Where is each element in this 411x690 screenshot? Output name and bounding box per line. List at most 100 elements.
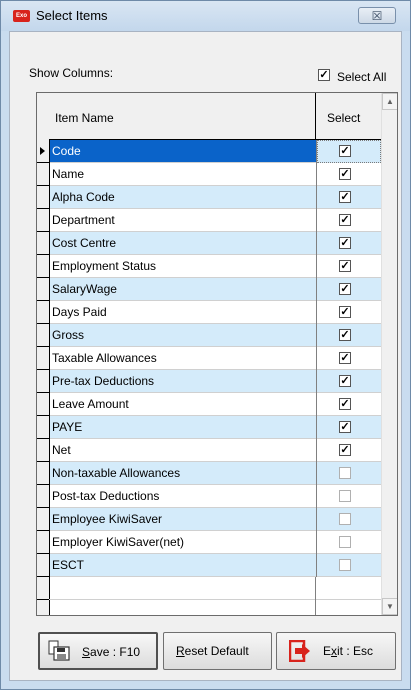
select-checkbox[interactable]: ✓ (339, 375, 351, 387)
select-checkbox[interactable]: ✓ (339, 398, 351, 410)
item-name-text: PAYE (52, 420, 83, 434)
grid-row[interactable]: Taxable Allowances ✓ (50, 347, 381, 370)
select-cell[interactable]: ✓ (317, 370, 381, 393)
item-name-cell[interactable]: Gross (50, 324, 316, 347)
select-cell[interactable]: ✓ (317, 439, 381, 462)
select-checkbox[interactable]: ✓ (339, 191, 351, 203)
select-checkbox[interactable] (339, 536, 351, 548)
select-checkbox[interactable]: ✓ (339, 421, 351, 433)
column-header-select[interactable]: Select (327, 111, 360, 125)
select-cell[interactable] (317, 485, 381, 508)
reset-default-button-label: Reset Default (176, 644, 249, 658)
select-cell[interactable]: ✓ (317, 186, 381, 209)
select-checkbox[interactable]: ✓ (339, 306, 351, 318)
item-name-text: Department (52, 213, 115, 227)
item-name-cell[interactable]: Cost Centre (50, 232, 316, 255)
item-name-text: Net (52, 443, 71, 457)
reset-default-button[interactable]: Reset Default (163, 632, 272, 670)
select-cell[interactable]: ✓ (317, 324, 381, 347)
select-cell[interactable] (317, 508, 381, 531)
item-name-cell[interactable]: Net (50, 439, 316, 462)
item-name-cell[interactable]: Department (50, 209, 316, 232)
grid-row[interactable]: Pre-tax Deductions ✓ (50, 370, 381, 393)
exit-arrow-icon (289, 640, 310, 662)
select-checkbox[interactable]: ✓ (339, 168, 351, 180)
grid-row[interactable]: Employment Status ✓ (50, 255, 381, 278)
item-name-cell[interactable]: Alpha Code (50, 186, 316, 209)
item-name-text: Pre-tax Deductions (52, 374, 155, 388)
select-checkbox[interactable]: ✓ (339, 352, 351, 364)
select-cell[interactable] (317, 462, 381, 485)
grid-row[interactable]: Name ✓ (50, 163, 381, 186)
select-cell[interactable]: ✓ (317, 209, 381, 232)
grid-row[interactable]: Department ✓ (50, 209, 381, 232)
select-checkbox[interactable] (339, 467, 351, 479)
save-button[interactable]: Save : F10 (38, 632, 158, 670)
item-name-cell[interactable]: Employee KiwiSaver (50, 508, 316, 531)
grid-row[interactable]: Net ✓ (50, 439, 381, 462)
grid-row[interactable]: Non-taxable Allowances (50, 462, 381, 485)
item-name-cell[interactable]: Non-taxable Allowances (50, 462, 316, 485)
select-cell[interactable]: ✓ (317, 163, 381, 186)
select-cell[interactable] (317, 554, 381, 577)
column-header-item-name[interactable]: Item Name (55, 111, 114, 125)
select-cell[interactable]: ✓ (317, 255, 381, 278)
grid-row[interactable]: Cost Centre ✓ (50, 232, 381, 255)
select-checkbox[interactable]: ✓ (339, 444, 351, 456)
item-name-text: Post-tax Deductions (52, 489, 160, 503)
select-cell[interactable]: ✓ (317, 140, 381, 163)
title-bar[interactable]: Exo Select Items ☒ (1, 1, 410, 31)
select-checkbox[interactable]: ✓ (339, 214, 351, 226)
select-checkbox[interactable]: ✓ (339, 145, 351, 157)
grid-row[interactable]: Gross ✓ (50, 324, 381, 347)
select-cell[interactable]: ✓ (317, 347, 381, 370)
select-checkbox[interactable]: ✓ (339, 329, 351, 341)
grid-row[interactable]: Days Paid ✓ (50, 301, 381, 324)
item-name-cell[interactable]: Code (50, 140, 316, 163)
item-name-cell[interactable]: Employer KiwiSaver(net) (50, 531, 316, 554)
items-grid: Item Name Select Code ✓ Name ✓ Alpha Code ✓ De… (36, 92, 398, 616)
grid-row[interactable]: Alpha Code ✓ (50, 186, 381, 209)
grid-row[interactable]: ESCT (50, 554, 381, 577)
item-name-cell[interactable]: Pre-tax Deductions (50, 370, 316, 393)
grid-row[interactable]: Employer KiwiSaver(net) (50, 531, 381, 554)
select-checkbox[interactable] (339, 490, 351, 502)
exit-button[interactable]: Exit : Esc (276, 632, 396, 670)
grid-row[interactable]: Code ✓ (50, 140, 381, 163)
select-cell[interactable]: ✓ (317, 416, 381, 439)
item-name-cell[interactable]: Taxable Allowances (50, 347, 316, 370)
grid-row[interactable]: SalaryWage ✓ (50, 278, 381, 301)
item-name-cell[interactable]: Leave Amount (50, 393, 316, 416)
select-checkbox[interactable] (339, 559, 351, 571)
item-name-text: ESCT (52, 558, 85, 572)
item-name-cell[interactable]: Employment Status (50, 255, 316, 278)
item-name-cell[interactable]: SalaryWage (50, 278, 316, 301)
select-cell[interactable]: ✓ (317, 232, 381, 255)
grid-row[interactable]: Leave Amount ✓ (50, 393, 381, 416)
item-name-cell[interactable]: ESCT (50, 554, 316, 577)
scroll-up-arrow-icon[interactable]: ▲ (382, 93, 397, 110)
select-cell[interactable] (317, 531, 381, 554)
item-name-cell[interactable]: Post-tax Deductions (50, 485, 316, 508)
select-checkbox[interactable]: ✓ (339, 283, 351, 295)
select-checkbox[interactable]: ✓ (339, 260, 351, 272)
select-cell[interactable]: ✓ (317, 278, 381, 301)
select-all-checkbox[interactable]: ✓ (318, 69, 330, 81)
grid-row[interactable]: PAYE ✓ (50, 416, 381, 439)
item-name-text: Leave Amount (52, 397, 129, 411)
close-button[interactable]: ☒ (358, 7, 396, 24)
save-button-label: Save : F10 (82, 645, 141, 659)
grid-row[interactable]: Employee KiwiSaver (50, 508, 381, 531)
vertical-scrollbar[interactable]: ▲ ▼ (381, 93, 397, 615)
grid-row[interactable]: Post-tax Deductions (50, 485, 381, 508)
item-name-cell[interactable]: Days Paid (50, 301, 316, 324)
item-name-text: Taxable Allowances (52, 351, 157, 365)
select-checkbox[interactable] (339, 513, 351, 525)
item-name-cell[interactable]: Name (50, 163, 316, 186)
select-checkbox[interactable]: ✓ (339, 237, 351, 249)
grid-header: Item Name Select (49, 93, 381, 140)
select-cell[interactable]: ✓ (317, 301, 381, 324)
item-name-cell[interactable]: PAYE (50, 416, 316, 439)
scroll-down-arrow-icon[interactable]: ▼ (382, 598, 397, 615)
select-cell[interactable]: ✓ (317, 393, 381, 416)
